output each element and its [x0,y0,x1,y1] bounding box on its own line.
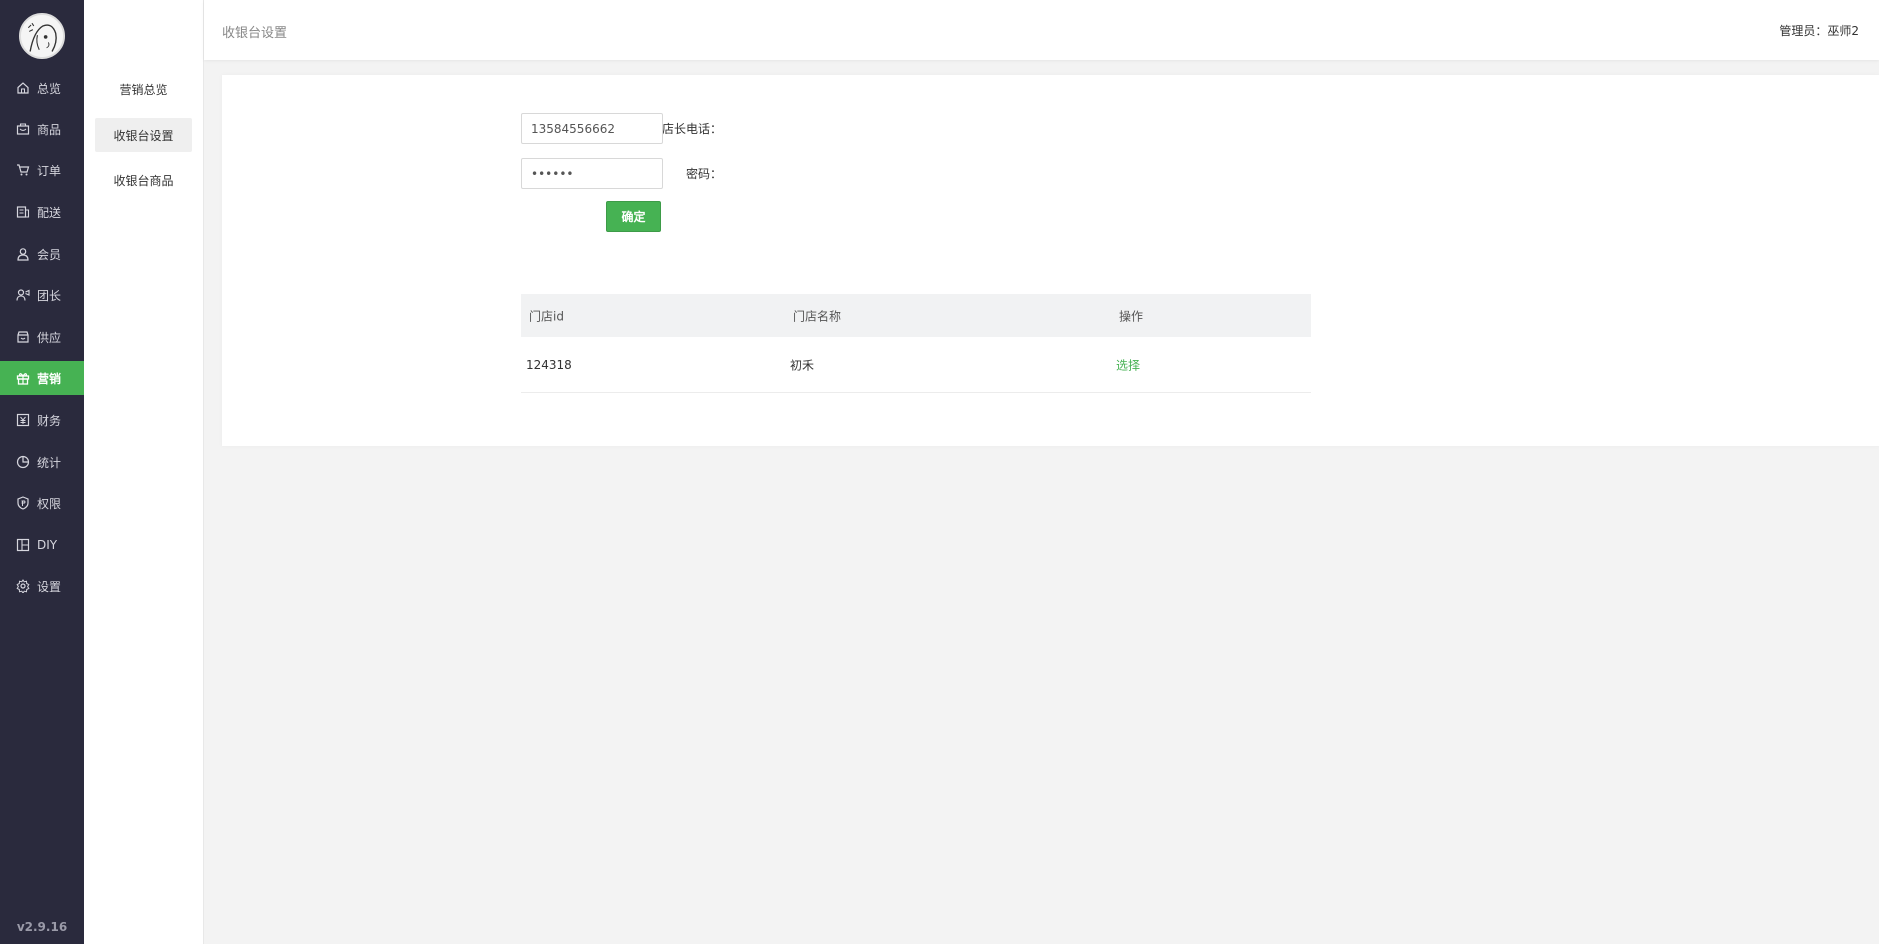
gear-icon [15,578,31,594]
logo-avatar[interactable] [19,13,65,59]
order-icon [15,162,31,178]
settings-card: 店长电话： 密码： 确定 门店id 门店名称 操作 124318 初禾 选择 [222,75,1879,446]
password-input[interactable] [521,158,663,189]
sidebar-item-label: DIY [37,538,58,552]
cell-store-name: 初禾 [790,358,815,372]
submenu-item-marketing-overview[interactable]: 营销总览 [95,72,192,106]
sidebar-item-label: 财务 [37,413,62,428]
sidebar-item-label: 权限 [37,496,62,511]
main-sidebar: 总览 商品 订单 配送 会员 团长 供应 营销 财务 统计 权限 DIY 设置 … [0,0,84,944]
sidebar-item-delivery[interactable]: 配送 [0,196,84,228]
table-header: 门店id 门店名称 操作 [521,294,1311,337]
sidebar-item-statistics[interactable]: 统计 [0,446,84,478]
goods-icon [15,121,31,137]
sidebar-item-supply[interactable]: 供应 [0,321,84,353]
admin-label: 管理员： [1779,24,1828,38]
pie-chart-icon [15,454,31,470]
sidebar-item-label: 会员 [37,247,62,262]
sidebar-item-label: 供应 [37,330,62,345]
layout-icon [15,537,31,553]
sidebar-item-label: 设置 [37,579,62,594]
sidebar-item-finance[interactable]: 财务 [0,404,84,436]
top-header: 收银台设置 管理员：巫师2 [204,0,1879,60]
supply-icon [15,329,31,345]
sidebar-item-label: 团长 [37,288,62,303]
finance-icon [15,412,31,428]
column-header-store-id: 门店id [529,309,564,323]
sidebar-item-marketing[interactable]: 营销 [0,361,84,395]
leader-icon [15,287,31,303]
submenu-item-cashier-settings[interactable]: 收银台设置 [95,118,192,152]
submenu-item-cashier-goods[interactable]: 收银台商品 [95,163,192,197]
submenu-panel: 营销总览 收银台设置 收银台商品 [84,0,204,944]
sidebar-item-settings[interactable]: 设置 [0,570,84,602]
sidebar-item-label: 统计 [37,455,62,470]
sidebar-item-leaders[interactable]: 团长 [0,279,84,311]
version-label: v2.9.16 [16,920,68,934]
sidebar-item-diy[interactable]: DIY [0,529,84,561]
sidebar-item-label: 商品 [37,122,62,137]
sidebar-item-orders[interactable]: 订单 [0,154,84,186]
shield-icon [15,495,31,511]
page-title: 收银台设置 [222,26,288,41]
cell-store-id: 124318 [526,357,572,372]
sidebar-item-label: 总览 [37,81,62,96]
gift-icon [15,370,31,386]
sidebar-item-label: 订单 [37,163,62,178]
delivery-icon [15,204,31,220]
sidebar-item-label: 营销 [37,371,62,386]
sidebar-item-goods[interactable]: 商品 [0,113,84,145]
select-store-link[interactable]: 选择 [1116,356,1140,373]
confirm-button[interactable]: 确定 [606,201,661,232]
column-header-action: 操作 [1119,309,1144,323]
table-row: 124318 初禾 选择 [521,337,1311,393]
admin-name: 巫师2 [1827,24,1859,38]
admin-info[interactable]: 管理员：巫师2 [1779,22,1859,39]
home-icon [15,80,31,96]
sidebar-item-label: 配送 [37,205,62,220]
sidebar-item-overview[interactable]: 总览 [0,72,84,104]
sidebar-item-permissions[interactable]: 权限 [0,487,84,519]
sidebar-item-members[interactable]: 会员 [0,238,84,270]
store-table: 门店id 门店名称 操作 124318 初禾 选择 [521,294,1311,393]
phone-input[interactable] [521,113,663,144]
column-header-store-name: 门店名称 [793,309,842,323]
member-icon [15,246,31,262]
